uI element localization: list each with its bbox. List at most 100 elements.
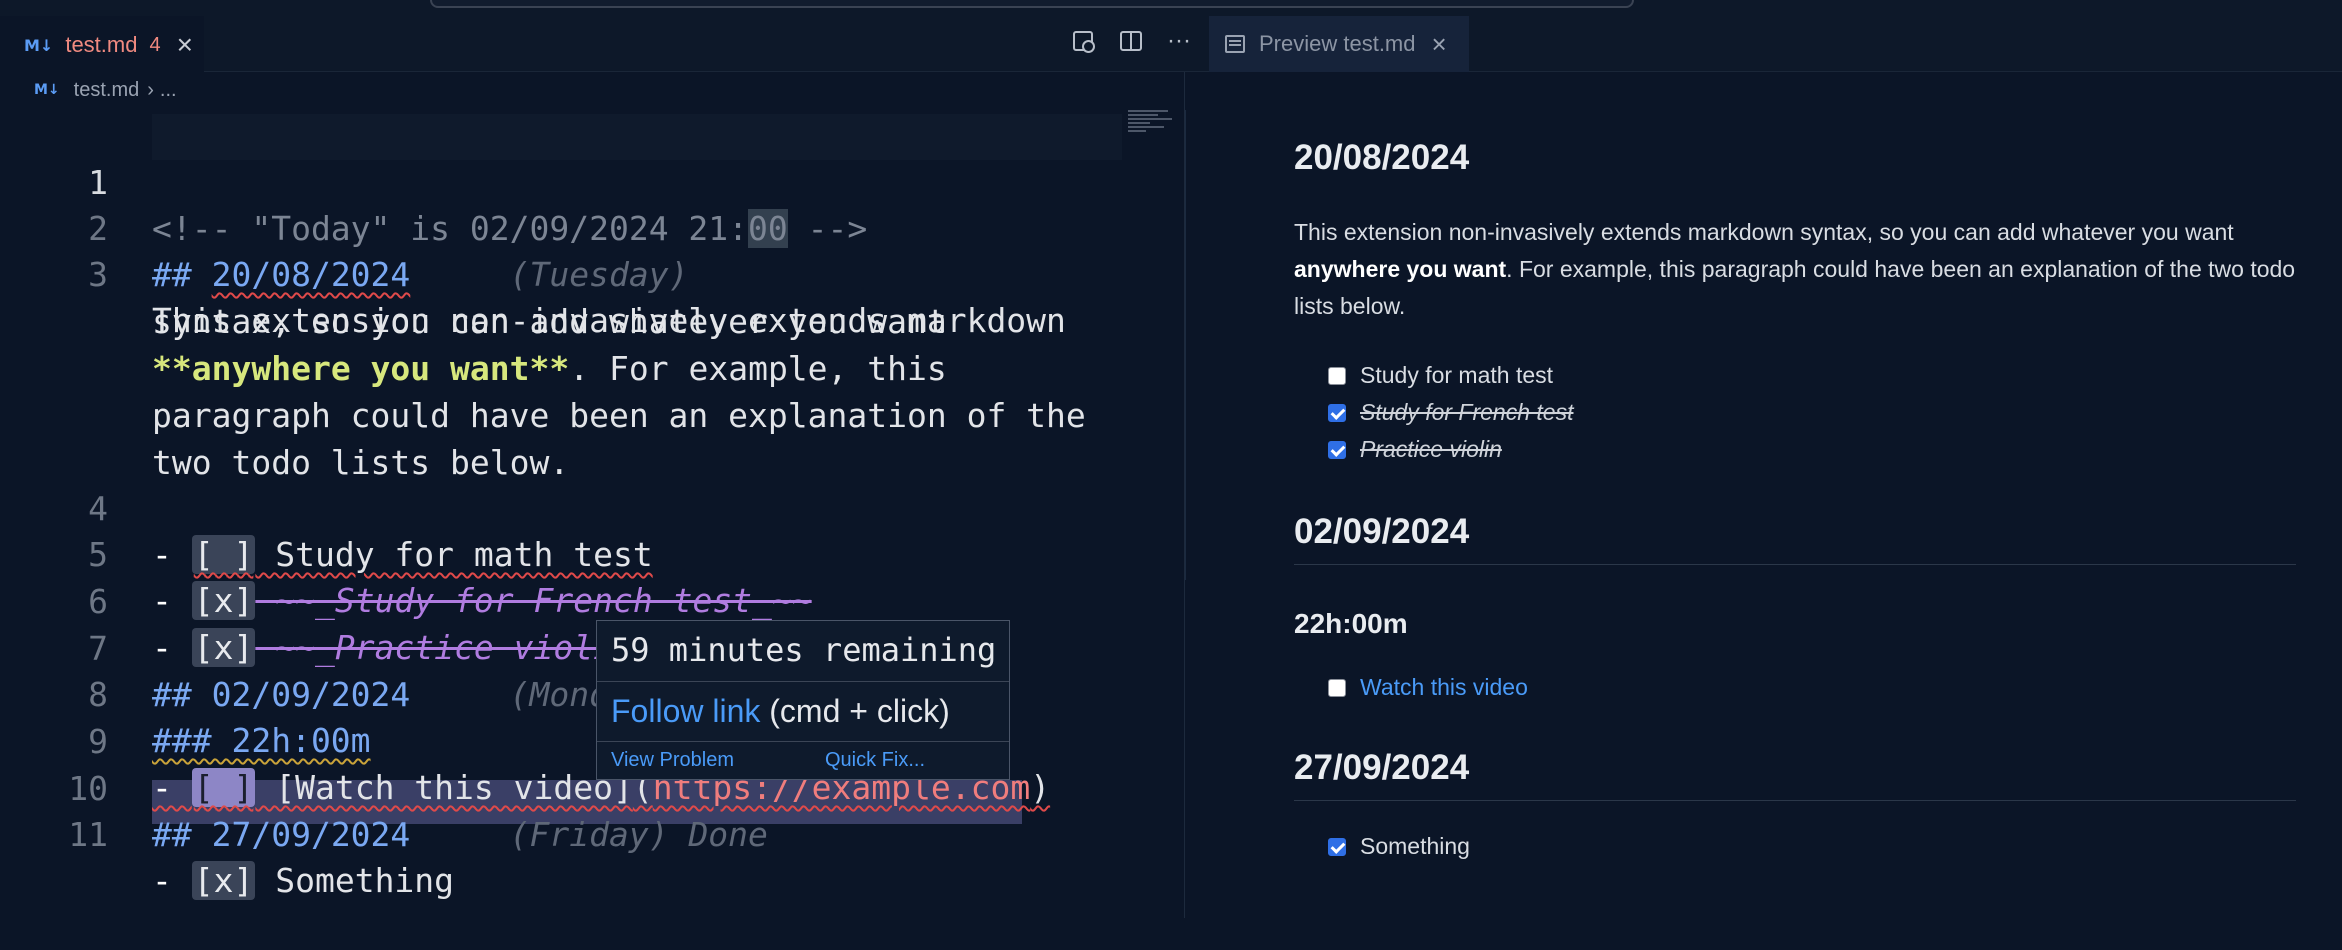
editor-line[interactable]: 8 ### 22h:00m [0, 626, 370, 760]
preview-paragraph: This extension non-invasively extends ma… [1294, 214, 2314, 325]
weekday-annotation: (Friday) Done [410, 815, 768, 854]
cursor-selection: 00 [748, 209, 788, 248]
bold-marker: ** [529, 349, 570, 388]
task-checkbox[interactable] [1328, 403, 1346, 422]
line-number: 11 [68, 815, 108, 854]
tab-preview[interactable]: Preview test.md × [1209, 16, 1469, 72]
paragraph-text: syntax, so you can add whatever you want [152, 302, 947, 341]
follow-link-hint: (cmd + click) [760, 693, 950, 729]
markdown-icon: M↓ [34, 82, 60, 98]
tab-label: test.md [65, 32, 138, 57]
comment-text: --> [787, 209, 868, 248]
list-marker: - [152, 768, 192, 807]
paragraph-text: . For example, this [569, 349, 947, 388]
editor-line[interactable]: 9 - [ ] [Watch this video](https://examp… [0, 673, 1050, 807]
heading-marker: ## [152, 815, 212, 854]
paragraph-text: paragraph could have been an explanation… [152, 396, 1086, 435]
preview-heading: 02/09/2024 [1294, 512, 1470, 551]
task-checkbox[interactable] [1328, 440, 1346, 459]
editor-line[interactable]: 11 - [x] Something [0, 766, 454, 900]
hover-tooltip: 59 minutes remaining Follow link (cmd + … [596, 620, 1010, 780]
task-label: Something [1360, 833, 1470, 859]
task-checkbox-source[interactable]: [ ] [191, 768, 256, 807]
bold-text: anywhere you want [1294, 256, 1507, 282]
paragraph-text: two todo lists below. [152, 443, 570, 482]
editor-wrapped-line[interactable]: **anywhere you want**. For example, this [0, 300, 947, 388]
editor-line[interactable]: 1 <!-- "Today" is 02/09/2024 21:00 --> [0, 114, 867, 248]
open-preview-icon[interactable] [1070, 28, 1096, 54]
editor-line[interactable]: 4 - [ ] Study for math test [0, 440, 653, 574]
title-bar: M↓ test.md 4 × ··· Preview test.md × [0, 0, 2342, 72]
breadcrumb-file[interactable]: test.md [74, 79, 140, 102]
command-center[interactable] [430, 0, 1634, 8]
editor-line[interactable]: 6 - [x] ~~_Practice violin_~~ [0, 533, 692, 667]
weekday-annotation: (Tuesday) [410, 255, 689, 294]
view-problem-link[interactable]: View Problem [611, 749, 734, 772]
editor-line[interactable]: 10 ## 27/09/2024 (Friday) Done [0, 720, 768, 854]
editor-line[interactable]: 5 - [x] ~~_Study for French test_~~ [0, 486, 812, 620]
task-item: Practice violin [1328, 436, 1502, 463]
editor-wrapped-line[interactable]: syntax, so you can add whatever you want [0, 253, 947, 341]
task-checkbox[interactable] [1328, 678, 1346, 697]
task-label: Study for math test [1360, 362, 1554, 388]
preview-subheading: 22h:00m [1294, 608, 1408, 639]
list-marker: - [152, 628, 192, 667]
editor-line[interactable]: 7 ## 02/09/2024 (Monday) [0, 580, 668, 714]
link-text: [Watch this video] [255, 768, 633, 807]
task-item: Something [1328, 833, 1470, 860]
task-checkbox-source[interactable]: [ ] [191, 535, 256, 574]
preview-link[interactable]: Watch this video [1360, 674, 1528, 701]
preview-heading: 27/09/2024 [1294, 748, 1470, 787]
preview-icon [1225, 35, 1245, 53]
close-icon[interactable]: × [1432, 29, 1447, 60]
follow-link-row: Follow link (cmd + click) [611, 693, 950, 730]
problem-count-badge: 4 [149, 33, 161, 56]
editor-wrapped-line[interactable]: two todo lists below. [0, 394, 569, 482]
markdown-icon: M↓ [24, 35, 54, 55]
task-checkbox-source[interactable]: [x] [191, 581, 256, 620]
task-item: Study for math test [1328, 362, 1553, 389]
heading-marker: ## [152, 255, 212, 294]
code-editor[interactable]: 1 <!-- "Today" is 02/09/2024 21:00 --> 2… [0, 110, 1207, 918]
preview-heading: 20/08/2024 [1294, 138, 1470, 177]
breadcrumb: M↓ test.md › ... [0, 72, 177, 108]
breadcrumb-symbols[interactable]: ... [160, 79, 177, 102]
paragraph-text: This extension non-invasively extends ma… [1294, 219, 2234, 245]
chevron-right-icon: › [147, 78, 154, 101]
editor-line[interactable]: 2 ## 20/08/2024 (Tuesday) [0, 160, 688, 294]
task-text: Something [255, 861, 455, 900]
editor-group-divider[interactable] [1184, 72, 1185, 918]
task-item: Study for French test [1328, 399, 1573, 426]
heading-marker: ## [152, 675, 212, 714]
task-checkbox[interactable] [1328, 366, 1346, 385]
more-actions-icon[interactable]: ··· [1166, 27, 1192, 54]
remaining-time-text: 59 minutes remaining [611, 631, 997, 669]
task-checkbox-source[interactable]: [x] [191, 861, 256, 900]
comment-text: <!-- "Today" is 02/09/2024 21: [152, 209, 749, 248]
heading-text: 27/09/2024 [211, 815, 411, 854]
task-text: Study for math test [255, 535, 653, 574]
tab-label: Preview test.md [1259, 31, 1416, 56]
bold-marker: ** [152, 349, 192, 388]
close-icon[interactable]: × [177, 29, 193, 61]
quick-fix-link[interactable]: Quick Fix... [825, 749, 925, 772]
tab-test-md[interactable]: M↓ test.md 4 × [0, 16, 204, 72]
markdown-preview: 20/08/2024 This extension non-invasively… [1186, 72, 2342, 918]
heading-rule [1294, 800, 2296, 801]
bold-text: anywhere you want [191, 349, 530, 388]
list-marker: - [152, 861, 192, 900]
task-checkbox[interactable] [1328, 837, 1346, 856]
task-text-done: ~~_Study for French test_~~ [255, 581, 812, 620]
split-editor-icon[interactable] [1118, 28, 1144, 54]
divider [597, 681, 1009, 682]
editor-line[interactable]: 3 This extension non-invasively extends … [0, 206, 1066, 340]
heading-text: ### 22h:00m [152, 721, 371, 760]
heading-text: 02/09/2024 [211, 675, 411, 714]
editor-actions: ··· [1070, 27, 1192, 54]
list-marker: - [152, 535, 192, 574]
editor-wrapped-line[interactable]: paragraph could have been an explanation… [0, 347, 1086, 435]
list-marker: - [152, 581, 192, 620]
minimap[interactable] [1128, 110, 1183, 140]
follow-link[interactable]: Follow link [611, 693, 760, 729]
task-checkbox-source[interactable]: [x] [191, 628, 256, 667]
